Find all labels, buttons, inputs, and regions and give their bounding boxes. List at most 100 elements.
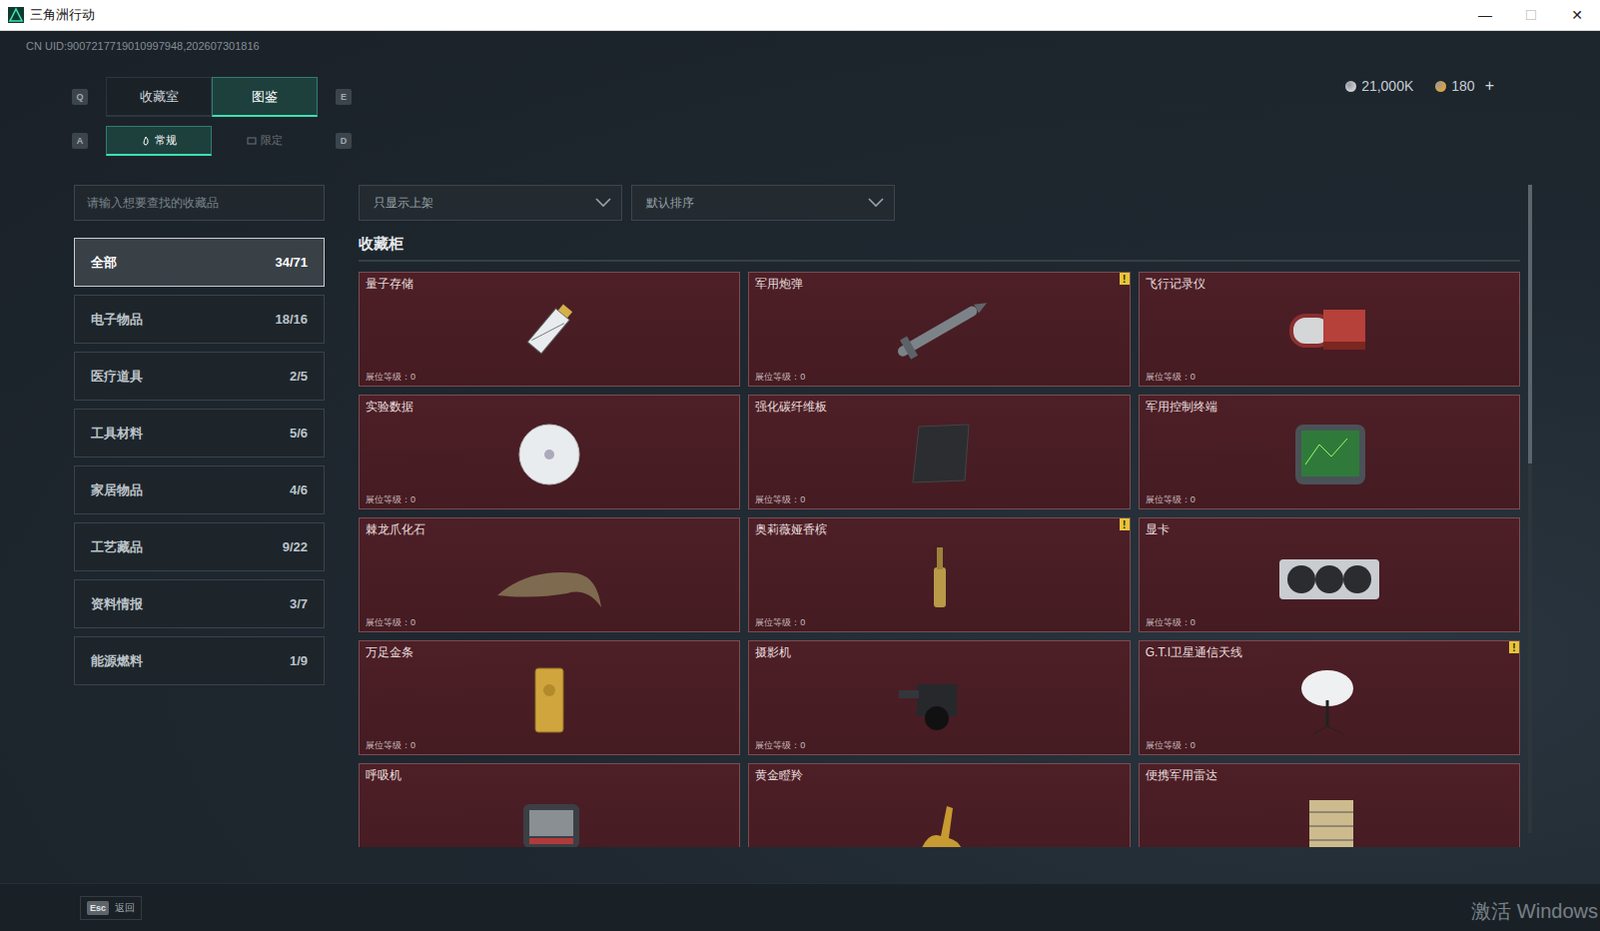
card-name: 军用炮弹 [755, 276, 1123, 292]
booth-level: 展位等级：0 [1145, 617, 1514, 629]
collection-card[interactable]: 便携军用雷达 [1138, 763, 1521, 847]
item-image [878, 537, 999, 618]
game-screen: CN UID:9007217719010997948,202607301816 Q… [0, 30, 1600, 931]
currency-bar: 21,000K180+ [1335, 72, 1505, 99]
booth-level: 展位等级：0 [365, 740, 734, 752]
item-image [878, 291, 999, 372]
coin-icon [1435, 80, 1447, 92]
booth-level: 展位等级：0 [755, 371, 1123, 383]
key-hint: Esc [86, 900, 109, 915]
collection-card[interactable]: G.T.I卫星通信天线展位等级：0! [1138, 640, 1521, 756]
collection-card[interactable]: 奥莉薇娅香槟展位等级：0! [748, 517, 1130, 633]
booth-level: 展位等级：0 [365, 371, 734, 383]
chevron-down-icon [867, 197, 884, 208]
booth-level: 展位等级：0 [365, 494, 734, 506]
currency-amount: 180 [1435, 77, 1475, 94]
filter-dropdown[interactable]: 只显示上架 [358, 184, 623, 221]
add-currency-button[interactable]: + [1485, 76, 1495, 95]
collection-card[interactable]: 实验数据展位等级：0 [358, 394, 741, 510]
collection-card[interactable]: 强化碳纤维板展位等级：0 [748, 394, 1130, 510]
title-bar: 三角洲行动—☐✕ [0, 0, 1600, 31]
key-hint: D [335, 132, 352, 149]
card-viewport: 量子存储展位等级：0军用炮弹展位等级：0!飞行记录仪展位等级：0实验数据展位等级… [358, 271, 1521, 847]
alert-badge: ! [1119, 518, 1130, 531]
collection-card[interactable]: 飞行记录仪展位等级：0 [1138, 271, 1521, 387]
section-title: 收藏柜 [358, 234, 1521, 262]
content: 请输入想要查找的收藏品全部34/71 电子物品18/16 医疗道具2/5 工具材料5/… [0, 184, 1600, 847]
category-item[interactable]: 能源燃料1/9 [73, 636, 325, 686]
item-image [878, 786, 999, 847]
search-field[interactable]: 请输入想要查找的收藏品 [73, 184, 325, 221]
window-control-button[interactable]: ☐ [1508, 0, 1555, 30]
collection-card[interactable]: 军用控制终端展位等级：0 [1138, 394, 1521, 510]
category-item[interactable]: 电子物品18/16 [73, 294, 325, 344]
main-tab[interactable]: 图鉴 [211, 76, 318, 117]
uid-label: CN UID:9007217719010997948,202607301816 [0, 30, 1600, 53]
collection-card[interactable]: 呼吸机 [358, 763, 741, 847]
game-logo-icon [7, 6, 24, 23]
item-image [1269, 291, 1390, 372]
collection-card[interactable]: 量子存储展位等级：0 [358, 271, 741, 387]
category-item[interactable]: 工艺藏品9/22 [73, 522, 325, 572]
item-image [878, 660, 999, 741]
booth-level: 展位等级：0 [365, 617, 734, 629]
card-name: 奥莉薇娅香槟 [755, 522, 1123, 538]
booth-level: 展位等级：0 [1145, 740, 1514, 752]
card-name: 量子存储 [365, 276, 734, 292]
card-name: 便携军用雷达 [1145, 768, 1514, 784]
card-grid: 量子存储展位等级：0军用炮弹展位等级：0!飞行记录仪展位等级：0实验数据展位等级… [358, 271, 1521, 847]
image-icon [246, 135, 257, 146]
item-image [489, 414, 610, 495]
card-name: 黄金瞪羚 [755, 768, 1123, 784]
category-list: 全部34/71 电子物品18/16 医疗道具2/5 工具材料5/6 家居物品4/6 工艺藏… [73, 237, 325, 686]
card-name: 棘龙爪化石 [365, 522, 734, 538]
category-item[interactable]: 工具材料5/6 [73, 408, 325, 458]
filter-dropdown[interactable]: 默认排序 [631, 184, 895, 221]
sidebar: 请输入想要查找的收藏品全部34/71 电子物品18/16 医疗道具2/5 工具材料5/… [73, 184, 325, 847]
flame-icon [140, 135, 151, 146]
category-item[interactable]: 资料情报3/7 [73, 579, 325, 629]
item-image [1269, 660, 1390, 741]
key-hint: Q [71, 88, 88, 105]
collection-panel: 只显示上架默认排序收藏柜量子存储展位等级：0 军用炮弹展位等级：0! 飞行记录仪展位… [358, 184, 1600, 847]
category-item[interactable]: 家居物品4/6 [73, 465, 325, 515]
item-image [489, 660, 610, 741]
collection-card[interactable]: 军用炮弹展位等级：0! [748, 271, 1130, 387]
card-name: 军用控制终端 [1145, 399, 1514, 415]
collection-card[interactable]: 棘龙爪化石展位等级：0 [358, 517, 741, 633]
sub-tab[interactable]: 限定 [211, 125, 318, 156]
alert-badge: ! [1509, 641, 1520, 654]
booth-level: 展位等级：0 [1145, 371, 1514, 383]
window-control-button[interactable]: — [1462, 0, 1509, 30]
item-image [1269, 786, 1390, 847]
card-name: G.T.I卫星通信天线 [1145, 645, 1514, 661]
key-hint: E [335, 88, 352, 105]
card-name: 呼吸机 [365, 768, 734, 784]
sub-tab[interactable]: 常规 [105, 125, 212, 156]
coin-icon [1345, 80, 1357, 92]
category-item[interactable]: 医疗道具2/5 [73, 351, 325, 401]
key-hint: A [71, 132, 88, 149]
main-tab[interactable]: 收藏室 [105, 76, 212, 117]
scrollbar-thumb[interactable] [1528, 184, 1533, 464]
app-window: 三角洲行动—☐✕CN UID:9007217719010997948,20260… [0, 0, 1600, 931]
category-item[interactable]: 全部34/71 [73, 237, 325, 287]
window-control-button[interactable]: ✕ [1554, 0, 1600, 30]
main-tabs: Q 收藏室图鉴 E [71, 76, 352, 117]
collection-card[interactable]: 显卡展位等级：0 [1138, 517, 1521, 633]
booth-level: 展位等级：0 [755, 740, 1123, 752]
item-image [489, 537, 610, 618]
back-button[interactable]: Esc返回 [79, 895, 142, 920]
item-image [1269, 414, 1390, 495]
bottom-bar: Esc返回 [0, 882, 1600, 931]
collection-card[interactable]: 摄影机展位等级：0 [748, 640, 1130, 756]
booth-level: 展位等级：0 [755, 617, 1123, 629]
scrollbar[interactable] [1528, 184, 1533, 833]
collection-card[interactable]: 黄金瞪羚 [748, 763, 1130, 847]
card-name: 实验数据 [365, 399, 734, 415]
card-name: 显卡 [1145, 522, 1514, 538]
card-name: 摄影机 [755, 645, 1123, 661]
activation-watermark: 激活 Windows [1471, 897, 1599, 925]
booth-level: 展位等级：0 [1145, 494, 1514, 506]
collection-card[interactable]: 万足金条展位等级：0 [358, 640, 741, 756]
